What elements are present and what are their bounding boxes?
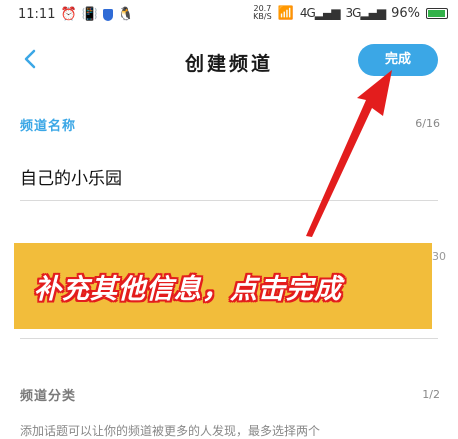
category-hint: 添加话题可以让你的频道被更多的人发现，最多选择两个 <box>20 424 321 438</box>
wifi-icon: 📶 <box>277 5 294 21</box>
battery-percent: 96% <box>391 5 420 21</box>
status-bar: 11:11 ⏰ 📳 🐧 20.7 KB/S 📶 4G▂▄▆ 3G▂▄▆ 96% <box>0 0 458 30</box>
status-left: 11:11 ⏰ 📳 🐧 <box>18 7 134 22</box>
alarm-icon: ⏰ <box>60 7 77 22</box>
signal-4g: 4G▂▄▆ <box>299 6 341 20</box>
vibrate-icon: 📳 <box>81 7 98 22</box>
obscured-counter: 30 <box>432 250 446 263</box>
divider-name <box>20 200 438 201</box>
channel-category-counter: 1/2 <box>422 388 440 401</box>
done-button[interactable]: 完成 <box>358 44 438 76</box>
channel-name-counter: 6/16 <box>415 117 440 130</box>
signal-3g-label: 3G <box>345 6 361 20</box>
signal-3g: 3G▂▄▆ <box>345 6 386 20</box>
channel-name-input[interactable]: 自己的小乐园 <box>20 164 122 189</box>
channel-category-label: 频道分类 <box>20 389 77 404</box>
divider-intro <box>20 338 438 339</box>
qq-icon: 🐧 <box>117 7 135 22</box>
signal-4g-label: 4G <box>299 6 316 20</box>
annotation-overlay-text: 补充其他信息，点击完成 <box>34 274 342 305</box>
status-time: 11:11 <box>18 7 56 22</box>
shield-icon <box>102 8 113 21</box>
channel-name-label: 频道名称 <box>20 119 77 134</box>
battery-icon <box>426 7 448 19</box>
network-speed-unit: KB/S <box>253 12 272 21</box>
network-speed: 20.7 KB/S <box>253 5 272 21</box>
status-right: 20.7 KB/S 📶 4G▂▄▆ 3G▂▄▆ 96% <box>253 5 448 21</box>
